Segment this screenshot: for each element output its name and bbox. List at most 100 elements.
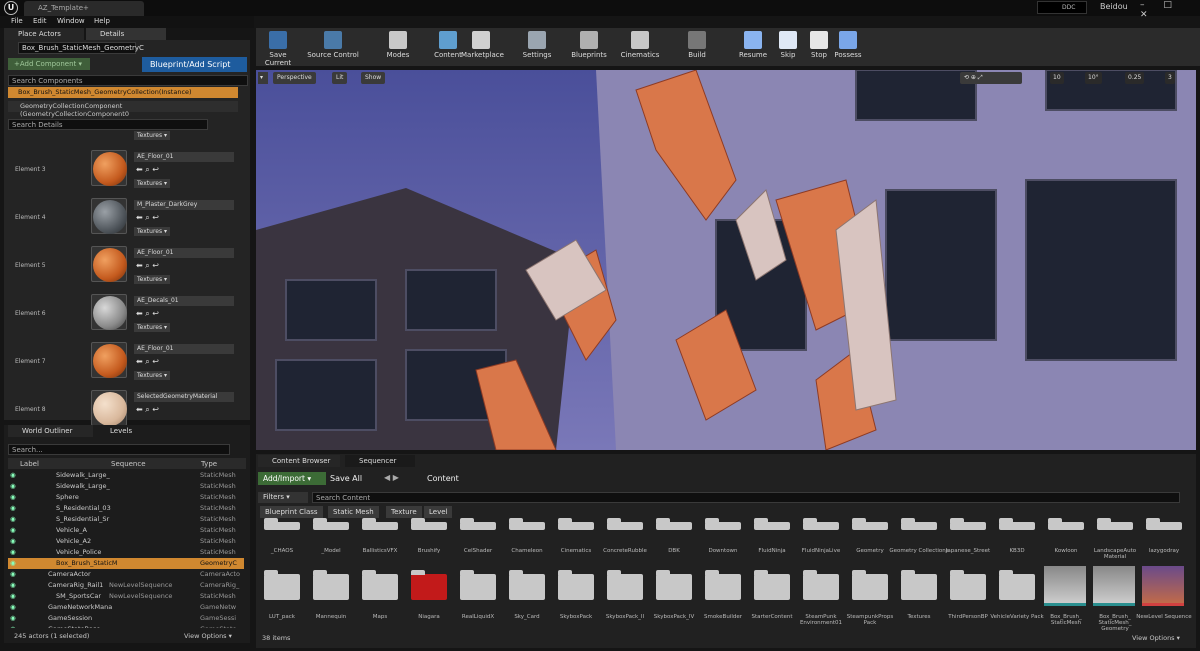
level-viewport[interactable]	[256, 70, 1196, 450]
folder-icon[interactable]	[754, 518, 790, 530]
folder-icon[interactable]	[803, 518, 839, 530]
folder-icon[interactable]	[362, 570, 398, 600]
toolbar-resume-button[interactable]: Resume	[733, 31, 773, 59]
folder-icon[interactable]	[705, 518, 741, 530]
folder-icon[interactable]	[460, 518, 496, 530]
add-component-button[interactable]: +Add Component ▾	[8, 58, 90, 70]
asset-label[interactable]: NewLevel Sequence	[1134, 614, 1194, 620]
folder-icon[interactable]	[1097, 518, 1133, 530]
textures-dropdown[interactable]: Textures ▾	[134, 371, 171, 380]
textures-dropdown[interactable]: Textures ▾	[134, 131, 171, 140]
project-tab[interactable]: AZ_Template+	[24, 1, 144, 16]
camera-speed-value[interactable]: 3	[1165, 72, 1175, 84]
toolbar-save-button[interactable]: Save Current	[258, 31, 298, 67]
textures-dropdown[interactable]: Textures ▾	[134, 275, 171, 284]
search-content-input[interactable]: Search Content	[312, 492, 1180, 503]
folder-icon[interactable]	[558, 570, 594, 600]
material-thumbnail[interactable]	[91, 390, 127, 426]
menu-window[interactable]: Window	[57, 17, 85, 25]
visibility-eye-icon[interactable]: ◉	[10, 504, 16, 512]
material-combo[interactable]: SelectedGeometryMaterial	[134, 392, 234, 402]
filter-chip[interactable]: Texture	[386, 506, 422, 518]
blueprint-add-script-button[interactable]: Blueprint/Add Script	[142, 57, 247, 72]
folder-icon[interactable]	[264, 518, 300, 530]
actor-name-field[interactable]: Box_Brush_StaticMesh_GeometryC	[18, 42, 144, 54]
visibility-eye-icon[interactable]: ◉	[10, 493, 16, 501]
ddc-indicator[interactable]: DDC	[1037, 1, 1087, 14]
folder-icon[interactable]	[362, 518, 398, 530]
user-name[interactable]: Beidou	[1100, 2, 1128, 11]
outliner-row[interactable]: ◉ CameraActor CameraActo	[8, 569, 244, 580]
toolbar-possess-button[interactable]: Possess	[828, 31, 868, 59]
visibility-eye-icon[interactable]: ◉	[10, 603, 16, 611]
folder-icon[interactable]	[901, 570, 937, 600]
visibility-eye-icon[interactable]: ◉	[10, 581, 16, 589]
visibility-eye-icon[interactable]: ◉	[10, 515, 16, 523]
folder-label[interactable]: lazygodray	[1134, 548, 1194, 554]
folder-icon[interactable]	[950, 518, 986, 530]
filter-chip[interactable]: Blueprint Class	[260, 506, 323, 518]
scale-snap-value[interactable]: 0.25	[1125, 72, 1145, 84]
material-combo[interactable]: M_Plaster_DarkGrey	[134, 200, 234, 210]
viewport-options-icon[interactable]: ▾	[258, 72, 268, 84]
use-selected-arrow-icon[interactable]: ⬅ ⌕ ↩	[136, 309, 159, 319]
col-sequence[interactable]: Sequence	[111, 460, 146, 468]
folder-icon[interactable]	[411, 570, 447, 600]
material-thumbnail[interactable]	[91, 198, 127, 234]
tab-place-actors[interactable]: Place Actors	[4, 28, 84, 40]
outliner-search-input[interactable]: Search...	[8, 444, 230, 455]
material-thumbnail[interactable]	[91, 150, 127, 186]
folder-icon[interactable]	[509, 570, 545, 600]
outliner-row[interactable]: ◉ Box_Brush_StaticM GeometryC	[8, 558, 244, 569]
visibility-eye-icon[interactable]: ◉	[10, 526, 16, 534]
folder-icon[interactable]	[607, 570, 643, 600]
component-row[interactable]: GeometryCollectionComponent (GeometryCol…	[8, 101, 238, 118]
window-controls[interactable]: – □ ✕	[1140, 0, 1200, 20]
outliner-row[interactable]: ◉ Sphere StaticMesh	[8, 492, 244, 503]
material-combo[interactable]: AE_Decals_01	[134, 296, 234, 306]
use-selected-arrow-icon[interactable]: ⬅ ⌕ ↩	[136, 357, 159, 367]
folder-icon[interactable]	[999, 518, 1035, 530]
use-selected-arrow-icon[interactable]: ⬅ ⌕ ↩	[136, 213, 159, 223]
material-combo[interactable]: AE_Floor_01	[134, 344, 234, 354]
outliner-row[interactable]: ◉ S_Residential_Sr StaticMesh	[8, 514, 244, 525]
folder-icon[interactable]	[901, 518, 937, 530]
outliner-row[interactable]: ◉ GameSession GameSessi	[8, 613, 244, 624]
instance-row[interactable]: Box_Brush_StaticMesh_GeometryCollection(…	[8, 87, 238, 98]
use-selected-arrow-icon[interactable]: ⬅ ⌕ ↩	[136, 165, 159, 175]
tab-world-outliner[interactable]: World Outliner	[8, 425, 93, 437]
visibility-eye-icon[interactable]: ◉	[10, 570, 16, 578]
outliner-view-options[interactable]: View Options ▾	[184, 632, 232, 640]
menu-help[interactable]: Help	[94, 17, 110, 25]
tab-sequencer[interactable]: Sequencer	[345, 455, 415, 467]
folder-icon[interactable]	[656, 518, 692, 530]
material-thumbnail[interactable]	[91, 246, 127, 282]
folder-icon[interactable]	[313, 570, 349, 600]
cb-view-options[interactable]: View Options ▾	[1132, 634, 1180, 642]
use-selected-arrow-icon[interactable]: ⬅ ⌕ ↩	[136, 405, 159, 415]
nav-arrows-icon[interactable]: ◀ ▶	[384, 473, 399, 482]
folder-icon[interactable]	[607, 518, 643, 530]
visibility-eye-icon[interactable]: ◉	[10, 537, 16, 545]
asset-thumbnail[interactable]	[1044, 566, 1086, 606]
toolbar-marketplace-button[interactable]: Marketplace	[461, 31, 504, 59]
toolbar-source-control-button[interactable]: Source Control	[307, 31, 359, 59]
outliner-row[interactable]: ◉ Vehicle_A StaticMesh	[8, 525, 244, 536]
visibility-eye-icon[interactable]: ◉	[10, 592, 16, 600]
filter-chip[interactable]: Static Mesh	[328, 506, 379, 518]
visibility-eye-icon[interactable]: ◉	[10, 548, 16, 556]
folder-icon[interactable]	[803, 570, 839, 600]
menu-file[interactable]: File	[11, 17, 23, 25]
filters-button[interactable]: Filters ▾	[258, 492, 308, 503]
asset-thumbnail[interactable]	[1142, 566, 1184, 606]
folder-icon[interactable]	[313, 518, 349, 530]
toolbar-cinematics-button[interactable]: Cinematics	[620, 31, 660, 59]
folder-icon[interactable]	[1146, 518, 1182, 530]
folder-icon[interactable]	[1048, 518, 1084, 530]
visibility-eye-icon[interactable]: ◉	[10, 559, 16, 567]
visibility-eye-icon[interactable]: ◉	[10, 471, 16, 479]
folder-icon[interactable]	[999, 570, 1035, 600]
textures-dropdown[interactable]: Textures ▾	[134, 179, 171, 188]
save-all-button[interactable]: Save All	[330, 474, 362, 483]
outliner-row[interactable]: ◉ Vehicle_Police StaticMesh	[8, 547, 244, 558]
